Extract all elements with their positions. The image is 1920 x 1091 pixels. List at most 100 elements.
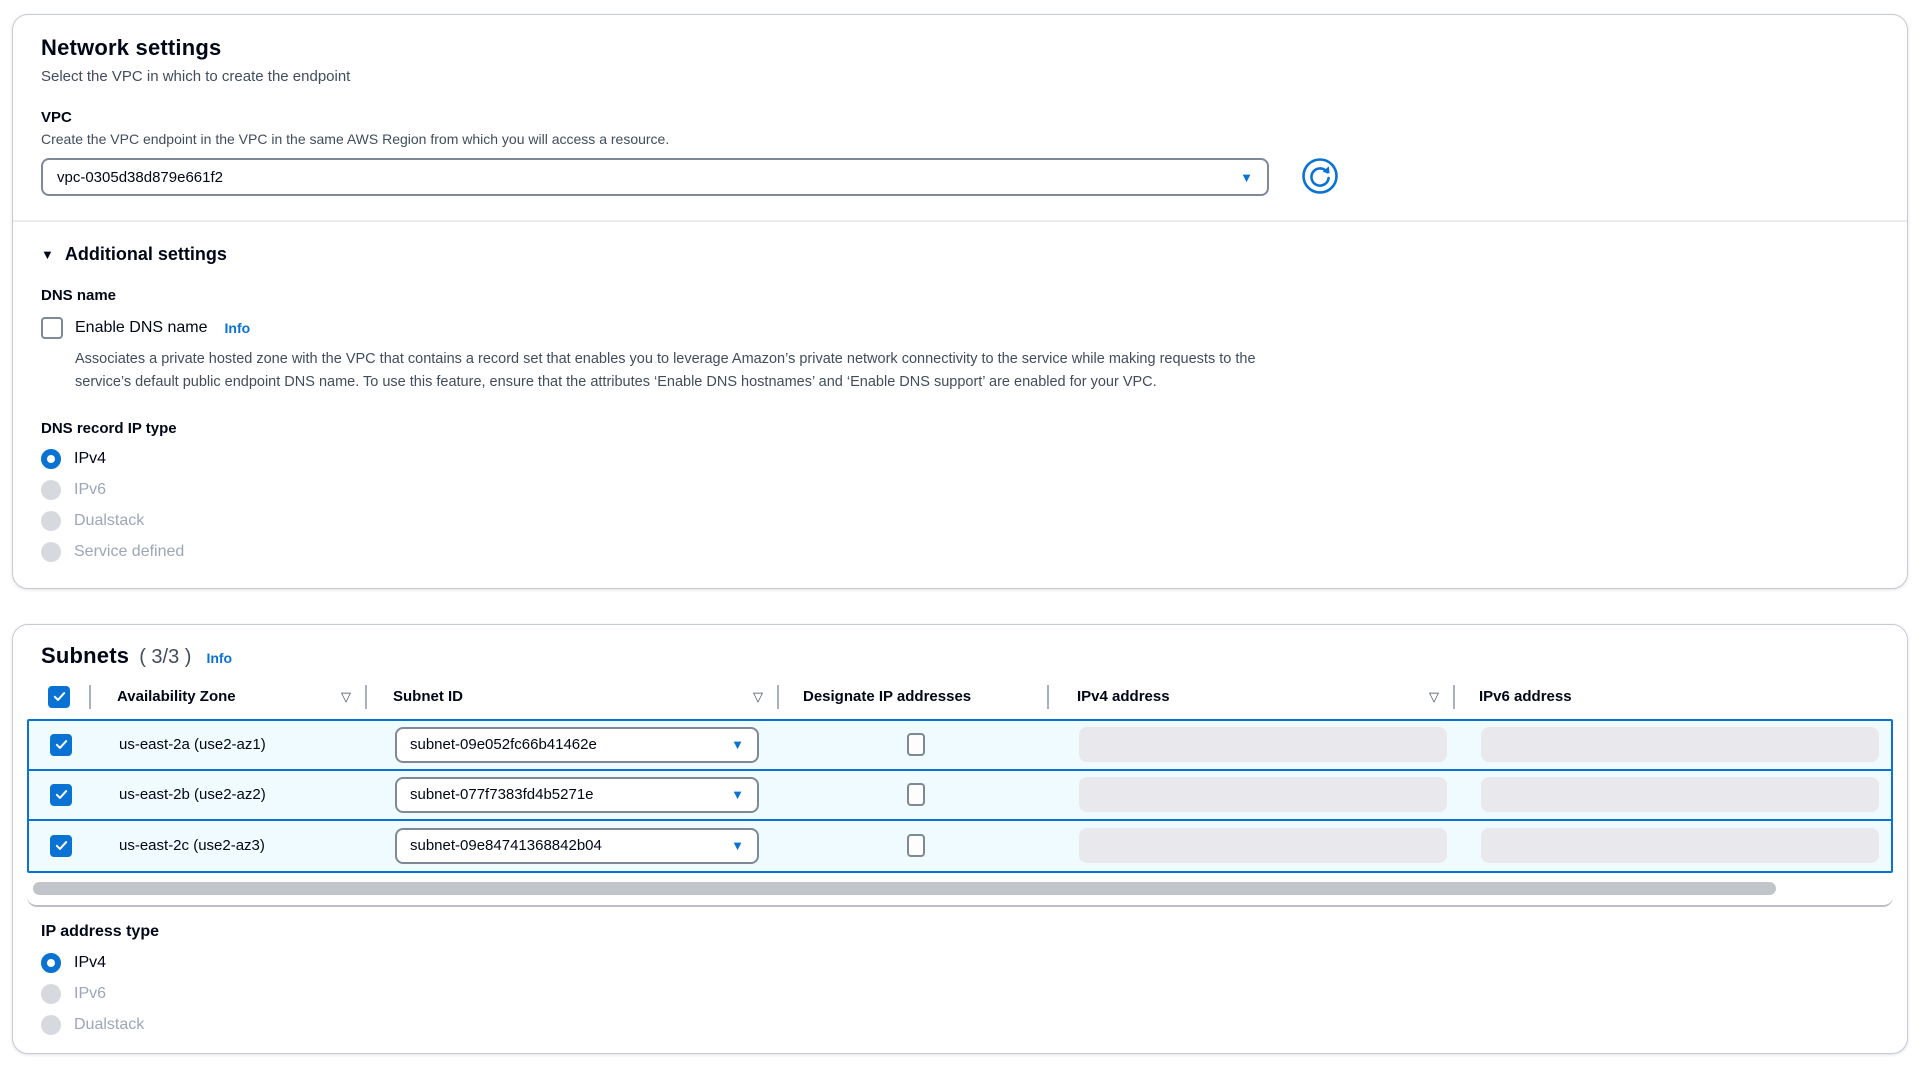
additional-settings-heading: Additional settings	[65, 244, 227, 265]
subnet-id-cell: subnet-09e052fc66b41462e ▼	[369, 721, 781, 769]
availability-zone-cell: us-east-2b (use2-az2)	[93, 771, 369, 819]
header-cell-availability-zone: Availability Zone ▽	[91, 675, 367, 719]
vpc-label: VPC	[41, 109, 1879, 126]
row-select-cell	[29, 771, 93, 819]
subnet-select-value: subnet-09e84741368842b04	[410, 837, 602, 854]
chevron-down-icon: ▼	[731, 788, 744, 801]
enable-dns-name-checkbox-label[interactable]: Enable DNS name	[75, 319, 208, 337]
header-cell-designate-ip: Designate IP addresses	[779, 675, 1049, 719]
sort-icon[interactable]: ▽	[1429, 689, 1439, 705]
header-cell-ipv4: IPv4 address ▽	[1049, 675, 1455, 719]
ip-type-option-ipv4: IPv4	[41, 953, 1879, 973]
column-label: IPv4 address	[1077, 688, 1170, 705]
ip-address-type-group: IPv4 IPv6 Dualstack	[41, 953, 1879, 1035]
designate-ip-checkbox[interactable]	[907, 733, 925, 756]
row-checkbox[interactable]	[50, 835, 72, 857]
section-divider	[13, 220, 1907, 222]
designate-ip-checkbox[interactable]	[907, 834, 925, 857]
enable-dns-name-checkbox[interactable]	[41, 317, 63, 339]
availability-zone-value: us-east-2b (use2-az2)	[119, 786, 266, 803]
sort-icon[interactable]: ▽	[753, 689, 763, 705]
availability-zone-value: us-east-2a (use2-az1)	[119, 736, 266, 753]
table-row-us-east-2a: us-east-2a (use2-az1) subnet-09e052fc66b…	[29, 721, 1891, 771]
subnet-select-value: subnet-09e052fc66b41462e	[410, 736, 597, 753]
subnet-id-cell: subnet-077f7383fd4b5271e ▼	[369, 771, 781, 819]
column-label: Availability Zone	[117, 688, 236, 705]
availability-zone-cell: us-east-2c (use2-az3)	[93, 821, 369, 871]
additional-settings-toggle[interactable]: ▼ Additional settings	[41, 244, 1879, 265]
chevron-down-icon: ▼	[731, 738, 744, 751]
dns-name-label: DNS name	[41, 287, 1879, 304]
ipv6-cell	[1457, 771, 1891, 819]
subnets-table: Availability Zone ▽ Subnet ID ▽ Designat…	[27, 675, 1893, 907]
vpc-select[interactable]: vpc-0305d38d879e661f2 ▼	[41, 158, 1269, 196]
dns-record-ip-type-label: DNS record IP type	[41, 420, 1879, 437]
select-all-checkbox[interactable]	[48, 686, 70, 708]
ipv6-address-input	[1481, 777, 1879, 812]
ipv6-address-input	[1481, 828, 1879, 863]
vpc-select-row: vpc-0305d38d879e661f2 ▼	[41, 158, 1879, 196]
radio-label[interactable]: IPv4	[74, 954, 106, 972]
radio-label: Dualstack	[74, 512, 144, 530]
subnet-select[interactable]: subnet-09e052fc66b41462e ▼	[395, 727, 759, 763]
vpc-description: Create the VPC endpoint in the VPC in th…	[41, 131, 1879, 147]
radio-disabled-icon	[41, 1015, 61, 1035]
ip-type-option-dualstack: Dualstack	[41, 1015, 1879, 1035]
sort-icon[interactable]: ▽	[341, 689, 351, 705]
radio-label: IPv6	[74, 985, 106, 1003]
subnets-table-body: us-east-2a (use2-az1) subnet-09e052fc66b…	[27, 719, 1893, 873]
row-checkbox[interactable]	[50, 734, 72, 756]
ipv6-cell	[1457, 821, 1891, 871]
subnet-select[interactable]: subnet-09e84741368842b04 ▼	[395, 828, 759, 864]
availability-zone-value: us-east-2c (use2-az3)	[119, 837, 265, 854]
refresh-button[interactable]	[1301, 158, 1339, 196]
designate-ip-cell	[781, 821, 1051, 871]
column-label: IPv6 address	[1479, 688, 1572, 705]
row-checkbox[interactable]	[50, 784, 72, 806]
ipv4-cell	[1051, 721, 1457, 769]
header-cell-subnet-id: Subnet ID ▽	[367, 675, 779, 719]
designate-ip-cell	[781, 721, 1051, 769]
network-settings-title: Network settings	[41, 35, 1879, 61]
designate-ip-cell	[781, 771, 1051, 819]
radio-label: IPv6	[74, 481, 106, 499]
radio-disabled-icon	[41, 511, 61, 531]
row-select-cell	[29, 721, 93, 769]
radio-disabled-icon	[41, 984, 61, 1004]
table-row-us-east-2c: us-east-2c (use2-az3) subnet-09e84741368…	[29, 821, 1891, 871]
ipv4-address-input	[1079, 777, 1447, 812]
designate-ip-checkbox[interactable]	[907, 783, 925, 806]
dns-name-info-link[interactable]: Info	[225, 320, 251, 336]
radio-label[interactable]: IPv4	[74, 450, 106, 468]
availability-zone-cell: us-east-2a (use2-az1)	[93, 721, 369, 769]
ipv4-cell	[1051, 771, 1457, 819]
chevron-down-icon: ▼	[731, 839, 744, 852]
dns-record-ip-type-group: IPv4 IPv6 Dualstack Service defined	[41, 449, 1879, 562]
network-settings-card: Network settings Select the VPC in which…	[12, 14, 1908, 589]
table-row-us-east-2b: us-east-2b (use2-az2) subnet-077f7383fd4…	[29, 771, 1891, 821]
dns-record-option-service-defined: Service defined	[41, 542, 1879, 562]
subnet-select-value: subnet-077f7383fd4b5271e	[410, 786, 594, 803]
subnets-title: Subnets	[41, 643, 129, 669]
subnets-info-link[interactable]: Info	[206, 650, 232, 666]
vpc-select-value: vpc-0305d38d879e661f2	[57, 169, 223, 186]
radio-disabled-icon	[41, 542, 61, 562]
enable-dns-name-row: Enable DNS name Info	[41, 317, 1879, 339]
ip-address-type-label: IP address type	[41, 923, 1879, 941]
ipv4-address-input	[1079, 727, 1447, 762]
scrollbar-thumb[interactable]	[33, 882, 1776, 895]
ip-address-type-section: IP address type IPv4 IPv6 Dualstack	[13, 907, 1907, 1035]
radio-selected-icon[interactable]	[41, 953, 61, 973]
ipv6-address-input	[1481, 727, 1879, 762]
ipv4-address-input	[1079, 828, 1447, 863]
ip-type-option-ipv6: IPv6	[41, 984, 1879, 1004]
network-settings-subtitle: Select the VPC in which to create the en…	[41, 68, 1879, 85]
radio-selected-icon[interactable]	[41, 449, 61, 469]
subnets-table-header: Availability Zone ▽ Subnet ID ▽ Designat…	[27, 675, 1893, 719]
chevron-down-icon: ▼	[1240, 171, 1253, 184]
subnets-header: Subnets ( 3/3 ) Info	[13, 643, 1907, 669]
column-label: Subnet ID	[393, 688, 463, 705]
subnet-select[interactable]: subnet-077f7383fd4b5271e ▼	[395, 777, 759, 813]
radio-disabled-icon	[41, 480, 61, 500]
dns-record-option-ipv6: IPv6	[41, 480, 1879, 500]
